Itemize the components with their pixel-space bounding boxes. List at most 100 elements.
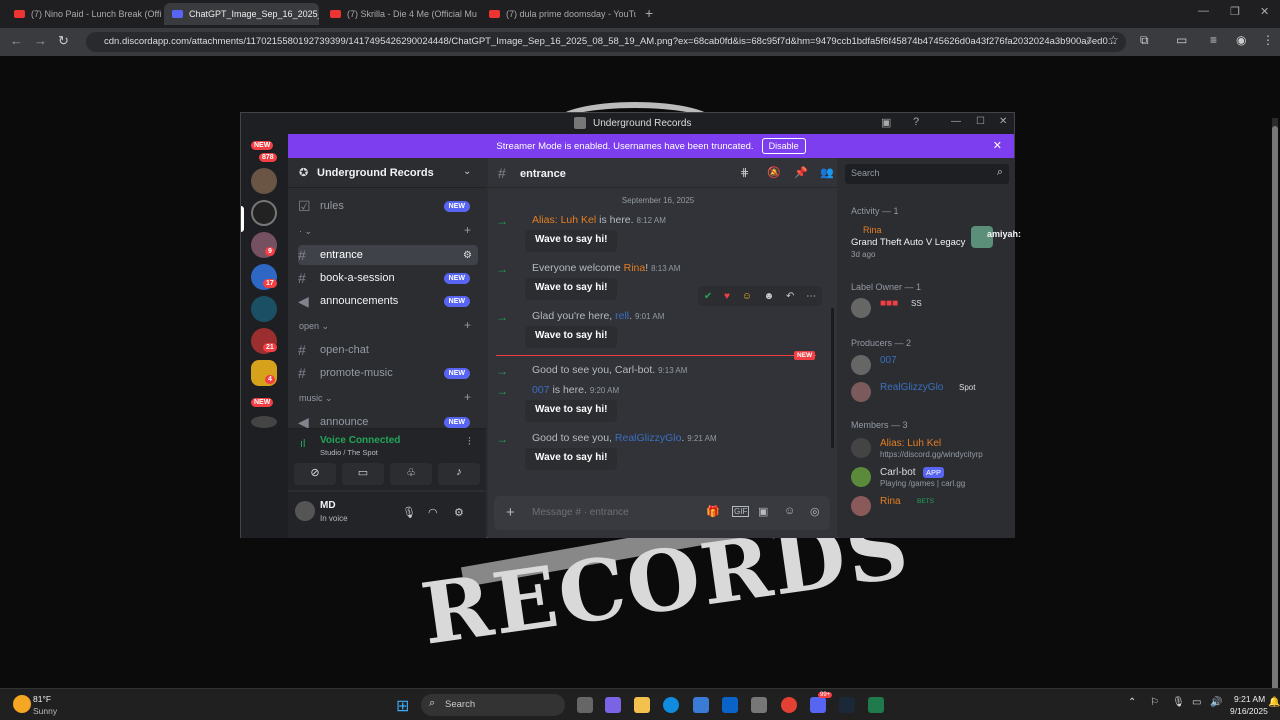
channel-entrance[interactable]: # entrance ⚙ xyxy=(298,245,478,265)
member-name[interactable]: 007 xyxy=(532,384,550,396)
minimize-icon[interactable]: — xyxy=(951,116,961,127)
category-header[interactable]: · ⌄ xyxy=(299,226,312,237)
chrome-icon[interactable] xyxy=(781,697,797,713)
close-window-icon[interactable]: ✕ xyxy=(1260,5,1269,18)
channel-promote-music[interactable]: # promote-music NEW xyxy=(298,363,478,383)
activity-button[interactable]: ♧ xyxy=(390,463,432,485)
close-banner-icon[interactable]: ✕ xyxy=(993,139,1002,152)
browser-tab[interactable]: (7) Skrilla - Die 4 Me (Official Mu✕ xyxy=(322,3,477,25)
microphone-icon[interactable]: 🎙 xyxy=(402,506,416,519)
store-icon[interactable] xyxy=(693,697,709,713)
outlook-icon[interactable] xyxy=(722,697,738,713)
notification-bell-icon[interactable]: 🔔 xyxy=(1268,697,1280,708)
reload-icon[interactable]: ↻ xyxy=(58,33,69,49)
menu-icon[interactable]: ⋮ xyxy=(1262,33,1274,47)
reply-icon[interactable]: ↶ xyxy=(786,291,794,302)
network-icon[interactable]: ⚐ xyxy=(1150,697,1159,708)
voice-status[interactable]: Voice Connected xyxy=(320,435,400,446)
member-list-icon[interactable]: 👥 xyxy=(820,166,834,179)
message-input[interactable]: Message # · entrance xyxy=(532,507,629,518)
voice-location[interactable]: Studio / The Spot xyxy=(320,448,378,457)
headphones-icon[interactable]: ◠ xyxy=(428,506,438,519)
channel-book-a-session[interactable]: # book-a-session NEW xyxy=(298,268,478,288)
server-icon[interactable] xyxy=(251,416,277,428)
disable-button[interactable]: Disable xyxy=(761,138,806,154)
taskbar-search[interactable]: ⌕ Search xyxy=(421,694,565,716)
discord-icon[interactable] xyxy=(810,697,826,713)
add-reaction-icon[interactable]: ☻ xyxy=(764,291,775,302)
invite-settings-icon[interactable]: ⚙ xyxy=(463,250,472,261)
chevron-up-icon[interactable]: ⌃ xyxy=(1128,697,1136,708)
browser-tab-active[interactable]: ChatGPT_Image_Sep_16_2025_08✕ xyxy=(164,3,319,25)
server-icon[interactable] xyxy=(251,296,277,322)
browser-tab[interactable]: (7) Nino Paid - Lunch Break (Offic✕ xyxy=(6,3,161,25)
clock-date[interactable]: 9/16/2025 xyxy=(1230,706,1268,716)
terminal-icon[interactable] xyxy=(868,697,884,713)
wave-button[interactable]: Wave to say hi! xyxy=(525,230,618,252)
edge-icon[interactable] xyxy=(663,697,679,713)
restore-icon[interactable]: ❐ xyxy=(1230,5,1240,18)
member-item[interactable]: RealGlizzyGlo Spot xyxy=(851,380,1011,404)
gift-icon[interactable]: 🎁 xyxy=(706,505,720,518)
sidepanel-icon[interactable]: ▭ xyxy=(1176,33,1187,47)
wave-button[interactable]: Wave to say hi! xyxy=(525,448,618,470)
help-icon[interactable]: ? xyxy=(913,116,919,128)
server-icon[interactable] xyxy=(251,168,277,194)
minimize-icon[interactable]: — xyxy=(1198,5,1209,17)
settings-gear-icon[interactable]: ⚙ xyxy=(454,506,464,519)
bookmark-star-icon[interactable]: ☆ xyxy=(1108,33,1119,47)
weather-icon[interactable] xyxy=(13,695,31,713)
app-icon[interactable] xyxy=(751,697,767,713)
heart-reaction-icon[interactable]: ♥ xyxy=(724,291,730,302)
copilot-icon[interactable] xyxy=(605,697,621,713)
channel-announcements[interactable]: ◀ announcements NEW xyxy=(298,291,478,311)
wave-button[interactable]: Wave to say hi! xyxy=(525,278,618,300)
wave-button[interactable]: Wave to say hi! xyxy=(525,400,618,422)
member-name[interactable]: RealGlizzyGlo xyxy=(615,432,682,444)
zoom-icon[interactable]: ⌕ xyxy=(1086,34,1093,49)
attach-plus-icon[interactable]: + xyxy=(506,504,515,521)
emoji-icon[interactable]: ☺ xyxy=(784,505,795,517)
url-field[interactable]: cdn.discordapp.com/attachments/117021558… xyxy=(86,32,1126,52)
apps-icon[interactable]: ◎ xyxy=(810,505,820,518)
checkmark-reaction-icon[interactable]: ✔ xyxy=(704,291,712,302)
message-input-box[interactable]: + Message # · entrance 🎁 GIF ▣ ☺ ◎ xyxy=(494,496,830,530)
member-item[interactable]: 007 xyxy=(851,353,1011,377)
back-icon[interactable]: ← xyxy=(10,33,23,48)
member-name[interactable]: rell xyxy=(615,310,629,322)
chat-scrollbar[interactable] xyxy=(831,308,834,448)
member-name[interactable]: Alias: Luh Kel xyxy=(532,214,596,226)
avatar[interactable] xyxy=(295,501,315,521)
profile-icon[interactable]: ◉ xyxy=(1236,33,1246,47)
inbox-icon[interactable]: ▣ xyxy=(881,116,891,129)
new-tab-button[interactable]: + xyxy=(645,5,653,21)
extensions-icon[interactable]: ⧉ xyxy=(1140,33,1149,48)
add-channel-icon[interactable]: + xyxy=(464,318,471,332)
channel-rules[interactable]: ☑ rules NEW xyxy=(298,196,478,216)
category-open[interactable]: open ⌄ xyxy=(299,321,329,332)
camera-off-button[interactable]: ⊘ xyxy=(294,463,336,485)
gif-icon[interactable]: GIF xyxy=(732,506,750,517)
search-input[interactable]: Search ⌕ xyxy=(845,164,1009,184)
maximize-icon[interactable]: ☐ xyxy=(976,116,985,127)
search-icon[interactable]: ⌕ xyxy=(997,166,1003,179)
steam-icon[interactable] xyxy=(839,697,855,713)
clock-time[interactable]: 9:21 AM xyxy=(1234,694,1265,704)
pin-icon[interactable]: 📌 xyxy=(794,166,808,179)
screen-share-button[interactable]: ▭ xyxy=(342,463,384,485)
notification-icon[interactable]: 🔕 xyxy=(767,166,781,179)
close-icon[interactable]: ✕ xyxy=(999,116,1007,127)
member-item[interactable]: Rina BETS xyxy=(851,494,1011,518)
noise-suppression-icon[interactable]: ⫶ xyxy=(468,436,471,449)
wave-button[interactable]: Wave to say hi! xyxy=(525,326,618,348)
file-explorer-icon[interactable] xyxy=(634,697,650,713)
server-icon-underground-records[interactable] xyxy=(251,200,277,226)
browser-tab[interactable]: (7) dula prime doomsday - YouTu✕ xyxy=(481,3,636,25)
category-music[interactable]: music ⌄ xyxy=(299,393,333,404)
add-channel-icon[interactable]: + xyxy=(464,223,471,237)
member-item[interactable]: ■■■ SS xyxy=(851,296,1011,320)
member-name[interactable]: Rina xyxy=(624,262,646,274)
task-view-icon[interactable] xyxy=(577,697,593,713)
threads-icon[interactable]: ⋕ xyxy=(740,166,749,179)
volume-icon[interactable]: 🔊 xyxy=(1210,697,1222,708)
